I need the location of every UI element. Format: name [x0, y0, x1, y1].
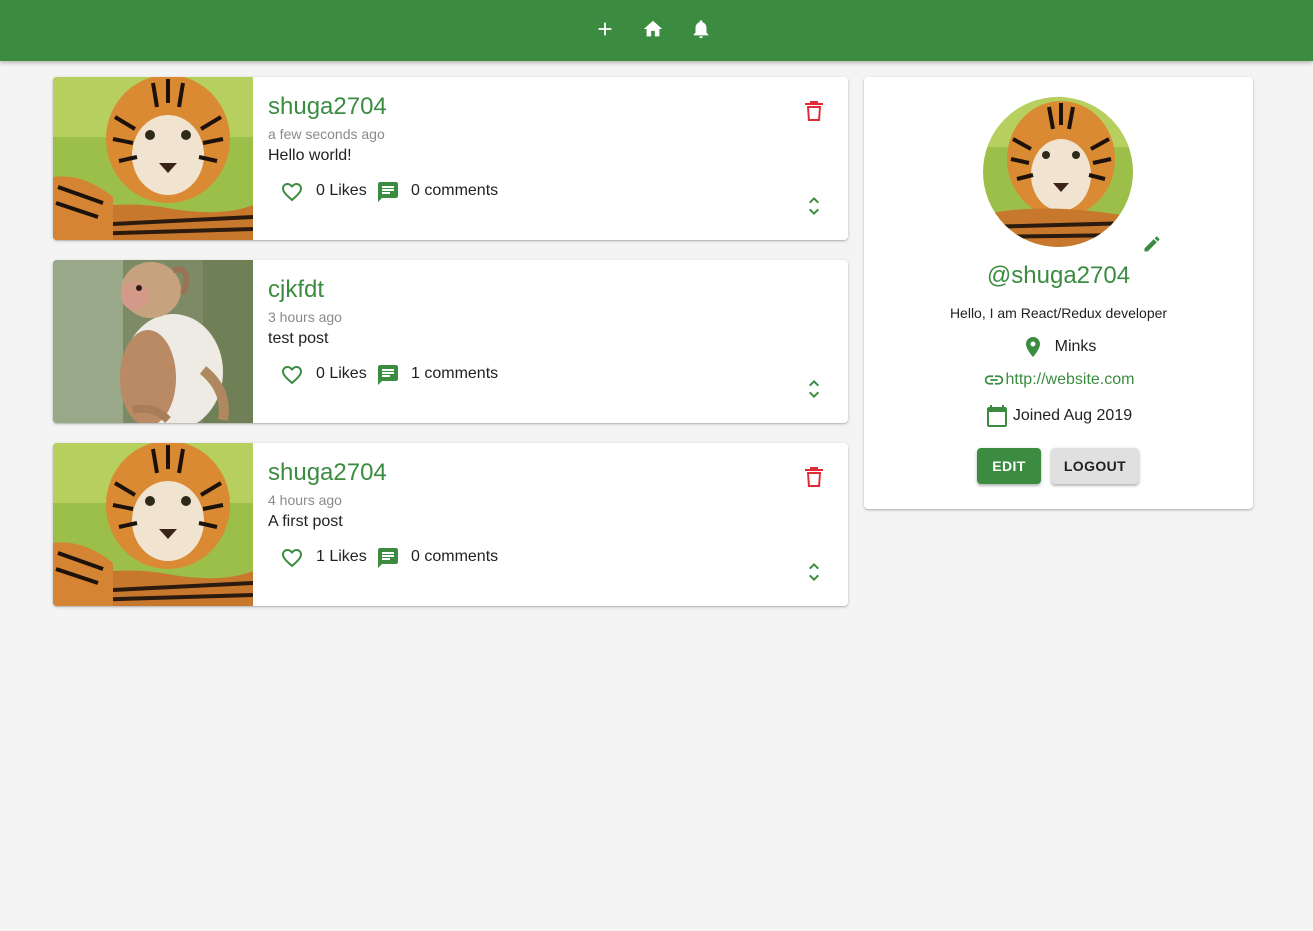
- post-card: shuga2704 4 hours ago A first post 1 Lik…: [53, 443, 848, 606]
- heart-outline-icon: [282, 183, 302, 202]
- edit-profile-button[interactable]: EDIT: [977, 448, 1041, 484]
- unfold-more-icon: [809, 563, 819, 581]
- unfold-more-icon: [809, 197, 819, 215]
- comments-button[interactable]: [374, 361, 402, 389]
- delete-post-button[interactable]: [801, 98, 827, 124]
- post-username-link[interactable]: cjkfdt: [268, 276, 324, 304]
- post-body: test post: [268, 330, 329, 347]
- post-card: shuga2704 a few seconds ago Hello world!…: [53, 77, 848, 240]
- joined-date: Joined Aug 2019: [1012, 407, 1133, 424]
- notifications-button[interactable]: [684, 12, 718, 46]
- trash-icon: [805, 101, 823, 121]
- post-image-tiger: [53, 443, 253, 606]
- post-timestamp: a few seconds ago: [268, 126, 385, 142]
- comments-count: 0 comments: [411, 548, 499, 565]
- post-card: cjkfdt 3 hours ago test post 0 Likes 1 c…: [53, 260, 848, 423]
- post-timestamp: 3 hours ago: [268, 309, 342, 325]
- profile-card: @shuga2704 Hello, I am React/Redux devel…: [864, 77, 1253, 509]
- logout-button[interactable]: LOGOUT: [1051, 448, 1139, 484]
- profile-joined: Joined Aug 2019: [864, 404, 1253, 428]
- profile-handle-link[interactable]: @shuga2704: [864, 262, 1253, 290]
- comments-count: 0 comments: [411, 182, 499, 199]
- comments-button[interactable]: [374, 178, 402, 206]
- post-body: Hello world!: [268, 147, 352, 164]
- expand-post-button[interactable]: [803, 194, 825, 218]
- chat-icon: [378, 548, 398, 568]
- post-image-tiger: [53, 77, 253, 240]
- unfold-more-icon: [809, 380, 819, 398]
- pencil-icon: [1144, 236, 1160, 252]
- website-link[interactable]: http://website.com: [1006, 371, 1135, 389]
- home-icon: [643, 20, 663, 37]
- add-icon: [598, 22, 612, 36]
- like-button[interactable]: [278, 544, 306, 572]
- app-bar: [0, 0, 1313, 61]
- post-image-monkey: [53, 260, 253, 423]
- calendar-icon: [986, 405, 1007, 427]
- likes-count: 1 Likes: [316, 548, 367, 565]
- heart-outline-icon: [282, 366, 302, 385]
- profile-website: http://website.com: [864, 369, 1253, 391]
- comments-count: 1 comments: [411, 365, 499, 382]
- post-body: A first post: [268, 513, 343, 530]
- comments-button[interactable]: [374, 544, 402, 572]
- chat-icon: [378, 365, 398, 385]
- profile-bio: Hello, I am React/Redux developer: [949, 305, 1168, 321]
- post-timestamp: 4 hours ago: [268, 492, 342, 508]
- edit-profile-image-button[interactable]: [1140, 232, 1164, 256]
- location-pin-icon: [1025, 337, 1040, 357]
- expand-post-button[interactable]: [803, 560, 825, 584]
- post-username-link[interactable]: shuga2704: [268, 459, 387, 487]
- expand-post-button[interactable]: [803, 377, 825, 401]
- add-post-button[interactable]: [588, 12, 622, 46]
- profile-location: Minks: [864, 335, 1253, 359]
- location-text: Minks: [1054, 338, 1097, 355]
- home-button[interactable]: [636, 12, 670, 46]
- notifications-icon: [693, 20, 709, 39]
- link-icon: [984, 375, 1003, 385]
- profile-avatar: [983, 97, 1133, 247]
- likes-count: 0 Likes: [316, 365, 367, 382]
- heart-outline-icon: [282, 549, 302, 568]
- trash-icon: [805, 467, 823, 487]
- chat-icon: [378, 182, 398, 202]
- likes-count: 0 Likes: [316, 182, 367, 199]
- like-button[interactable]: [278, 361, 306, 389]
- like-button[interactable]: [278, 178, 306, 206]
- delete-post-button[interactable]: [801, 464, 827, 490]
- post-username-link[interactable]: shuga2704: [268, 93, 387, 121]
